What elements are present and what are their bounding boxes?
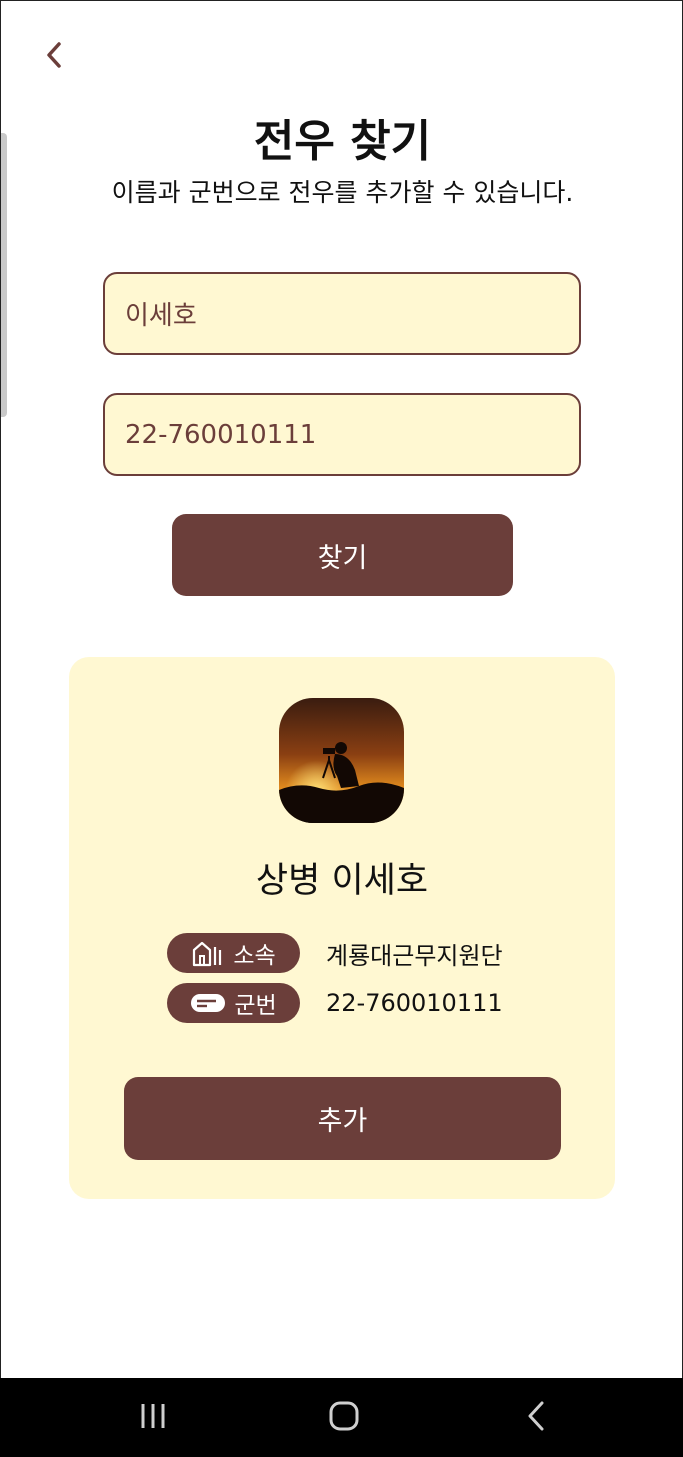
service-number-label: 군번: [234, 993, 277, 1019]
result-card: 상병 이세호 소속 계룡대근무지원단 군번 22-760010111 추가: [69, 657, 615, 1199]
page-title: 전우 찾기: [253, 116, 432, 167]
page-subtitle: 이름과 군번으로 전우를 추가할 수 있습니다.: [111, 178, 574, 207]
home-button[interactable]: [314, 1396, 374, 1440]
service-number-row: 군번 22-760010111: [167, 983, 503, 1023]
system-nav-bar: [0, 1378, 683, 1457]
service-number-field[interactable]: [103, 393, 581, 476]
back-icon: [525, 1400, 547, 1436]
unit-value: 계룡대근무지원단: [326, 941, 503, 970]
service-number-input[interactable]: [125, 419, 559, 450]
recents-icon: [138, 1401, 168, 1435]
back-button[interactable]: [37, 39, 71, 75]
avatar: [279, 698, 404, 823]
building-icon: [191, 939, 225, 967]
system-back-button[interactable]: [506, 1396, 566, 1440]
unit-badge: 소속: [167, 933, 300, 973]
unit-row: 소속 계룡대근무지원단: [167, 933, 503, 973]
find-button[interactable]: 찾기: [172, 514, 513, 596]
name-field[interactable]: [103, 272, 581, 355]
rank-name: 상병 이세호: [255, 861, 429, 901]
home-icon: [327, 1399, 361, 1437]
name-input[interactable]: [125, 298, 559, 329]
add-button[interactable]: 추가: [124, 1077, 561, 1160]
unit-label: 소속: [233, 943, 276, 969]
service-number-value: 22-760010111: [326, 989, 503, 1017]
app-screen: 전우 찾기 이름과 군번으로 전우를 추가할 수 있습니다. 찾기: [0, 0, 683, 1378]
service-number-badge: 군번: [167, 983, 300, 1023]
chevron-left-icon: [44, 41, 64, 73]
recents-button[interactable]: [123, 1396, 183, 1440]
id-card-icon: [190, 993, 226, 1013]
